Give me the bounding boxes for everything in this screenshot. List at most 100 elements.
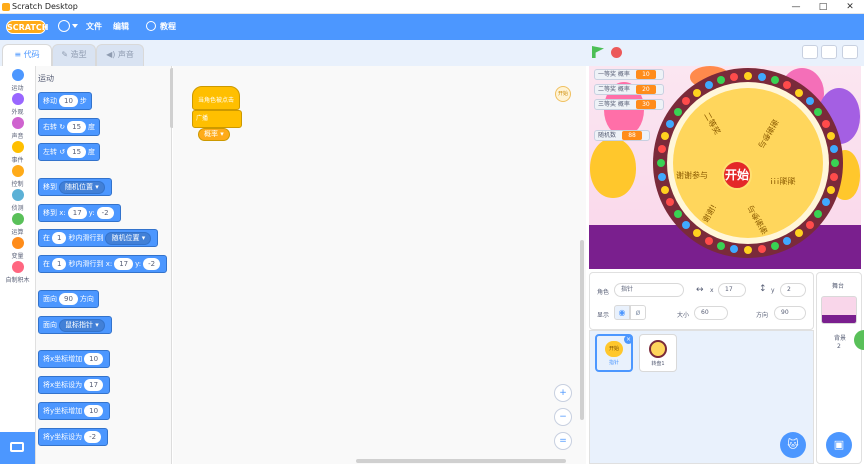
goto-block[interactable]: 移到 随机位置 ▾: [38, 178, 112, 196]
tab-sounds[interactable]: ◀) 声音: [96, 44, 144, 66]
large-stage-button[interactable]: [821, 45, 837, 59]
category-item[interactable]: 自制积木: [0, 261, 35, 284]
goto-xy-block[interactable]: 移到 x: 17 y: -2: [38, 204, 121, 222]
window-title: Scratch Desktop: [12, 2, 78, 11]
category-item[interactable]: 变量: [0, 237, 35, 260]
wheel-light: [658, 172, 667, 181]
delete-sprite-icon[interactable]: ×: [624, 335, 633, 344]
x-input[interactable]: 17: [114, 258, 134, 270]
zoom-in-button[interactable]: +: [554, 384, 572, 402]
category-item[interactable]: 事件: [0, 141, 35, 164]
globe-icon[interactable]: [58, 20, 70, 32]
sprite-name-input[interactable]: 指针: [614, 283, 684, 297]
add-backdrop-button[interactable]: ▣: [826, 432, 852, 458]
category-label: 外观: [11, 109, 24, 116]
seconds-input[interactable]: 1: [52, 232, 67, 244]
workspace-scrollbar-horizontal[interactable]: [356, 459, 566, 463]
category-item[interactable]: 声音: [0, 117, 35, 140]
wheel-light: [757, 73, 766, 82]
fullscreen-button[interactable]: [842, 45, 858, 59]
degrees-input[interactable]: 15: [67, 146, 87, 158]
small-stage-button[interactable]: [802, 45, 818, 59]
glide-block[interactable]: 在 1 秒内滑行到 随机位置 ▾: [38, 229, 159, 247]
size-input[interactable]: 60: [694, 306, 728, 320]
close-button[interactable]: ✕: [842, 1, 858, 13]
stop-button[interactable]: [611, 47, 622, 58]
x-input[interactable]: 17: [67, 207, 87, 219]
wheel-light: [757, 244, 766, 253]
change-y-block[interactable]: 将y坐标增加 10: [38, 402, 111, 420]
glide-dropdown[interactable]: 随机位置 ▾: [105, 231, 152, 245]
towards-dropdown[interactable]: 鼠标指针 ▾: [59, 318, 105, 332]
add-sprite-button[interactable]: 🐱: [780, 432, 806, 458]
variable-monitor: 三等奖 概率 30: [594, 99, 664, 110]
tutorials-menu[interactable]: 教程: [160, 21, 176, 32]
direction-input[interactable]: 90: [59, 293, 78, 305]
tab-code[interactable]: ≡ 代码: [2, 44, 52, 66]
edit-menu[interactable]: 编辑: [113, 21, 129, 32]
wheel-light: [821, 119, 830, 128]
zoom-reset-button[interactable]: =: [554, 432, 572, 450]
title-bar: Scratch Desktop — □ ✕: [0, 0, 864, 14]
hide-sprite-button[interactable]: ø: [630, 305, 646, 320]
maximize-button[interactable]: □: [815, 1, 831, 13]
dropdown-value: 鼠标指针: [65, 320, 93, 329]
goto-dropdown[interactable]: 随机位置 ▾: [59, 180, 105, 194]
code-icon: ≡: [14, 50, 24, 59]
wheel-light: [717, 241, 726, 250]
x-set-input[interactable]: 17: [84, 379, 104, 391]
minimize-button[interactable]: —: [788, 1, 804, 13]
sprite-tile-wheel[interactable]: 转盘1: [639, 334, 677, 372]
y-set-input[interactable]: -2: [84, 431, 102, 443]
turn-right-block[interactable]: 右转 ↻ 15 度: [38, 118, 101, 136]
point-direction-block[interactable]: 面向 90 方向: [38, 290, 99, 308]
wheel-light: [770, 241, 779, 250]
when-sprite-clicked-block[interactable]: 当角色被点击: [192, 86, 240, 110]
set-x-block[interactable]: 将x坐标设为 17: [38, 376, 111, 394]
workspace-scrollbar-vertical[interactable]: [580, 240, 584, 420]
y-position-input[interactable]: 2: [780, 283, 806, 297]
speaker-icon: ◀): [106, 50, 118, 59]
category-dot-icon: [11, 117, 24, 129]
wheel-light: [692, 88, 701, 97]
y-input[interactable]: -2: [143, 258, 161, 270]
category-item[interactable]: 运动: [0, 69, 35, 92]
add-extension-button[interactable]: [0, 432, 35, 464]
broadcast-block[interactable]: 广播概率 ▾: [192, 110, 242, 141]
wheel-light: [657, 159, 665, 167]
move-steps-block[interactable]: 移动 10 步: [38, 92, 92, 110]
wheel-light: [673, 107, 682, 116]
start-spin-button[interactable]: 开始: [722, 160, 752, 190]
lightbulb-icon: [146, 21, 156, 31]
y-input[interactable]: -2: [96, 207, 114, 219]
point-towards-block[interactable]: 面向 鼠标指针 ▾: [38, 316, 112, 334]
category-item[interactable]: 运算: [0, 213, 35, 236]
x-change-input[interactable]: 10: [84, 353, 104, 365]
category-dot-icon: [11, 93, 24, 105]
block-text: 广播: [196, 115, 209, 122]
set-y-block[interactable]: 将y坐标设为 -2: [38, 428, 109, 446]
change-x-block[interactable]: 将x坐标增加 10: [38, 350, 111, 368]
turn-left-block[interactable]: 左转 ↺ 15 度: [38, 143, 101, 161]
sprite-info-panel: [589, 272, 814, 330]
broadcast-dropdown[interactable]: 概率 ▾: [198, 128, 230, 141]
y-change-input[interactable]: 10: [84, 405, 104, 417]
direction-input[interactable]: 90: [774, 306, 806, 320]
degrees-input[interactable]: 15: [67, 121, 87, 133]
tab-sounds-label: 声音: [117, 50, 134, 59]
category-item[interactable]: 控制: [0, 165, 35, 188]
show-sprite-button[interactable]: ◉: [614, 305, 630, 320]
x-position-input[interactable]: 17: [718, 283, 746, 297]
seconds-input[interactable]: 1: [52, 258, 67, 270]
zoom-out-button[interactable]: −: [554, 408, 572, 426]
tab-costumes[interactable]: ✎ 造型: [52, 44, 96, 66]
steps-input[interactable]: 10: [59, 95, 78, 107]
category-item[interactable]: 侦测: [0, 189, 35, 212]
category-label: 自制积木: [5, 277, 30, 284]
scratch-logo[interactable]: SCRATCH: [6, 20, 48, 34]
category-item[interactable]: 外观: [0, 93, 35, 116]
brush-icon: ✎: [61, 50, 71, 59]
variable-value: 10: [635, 70, 656, 79]
file-menu[interactable]: 文件: [86, 21, 102, 32]
glide-xy-block[interactable]: 在 1 秒内滑行到 x: 17 y: -2: [38, 255, 168, 273]
